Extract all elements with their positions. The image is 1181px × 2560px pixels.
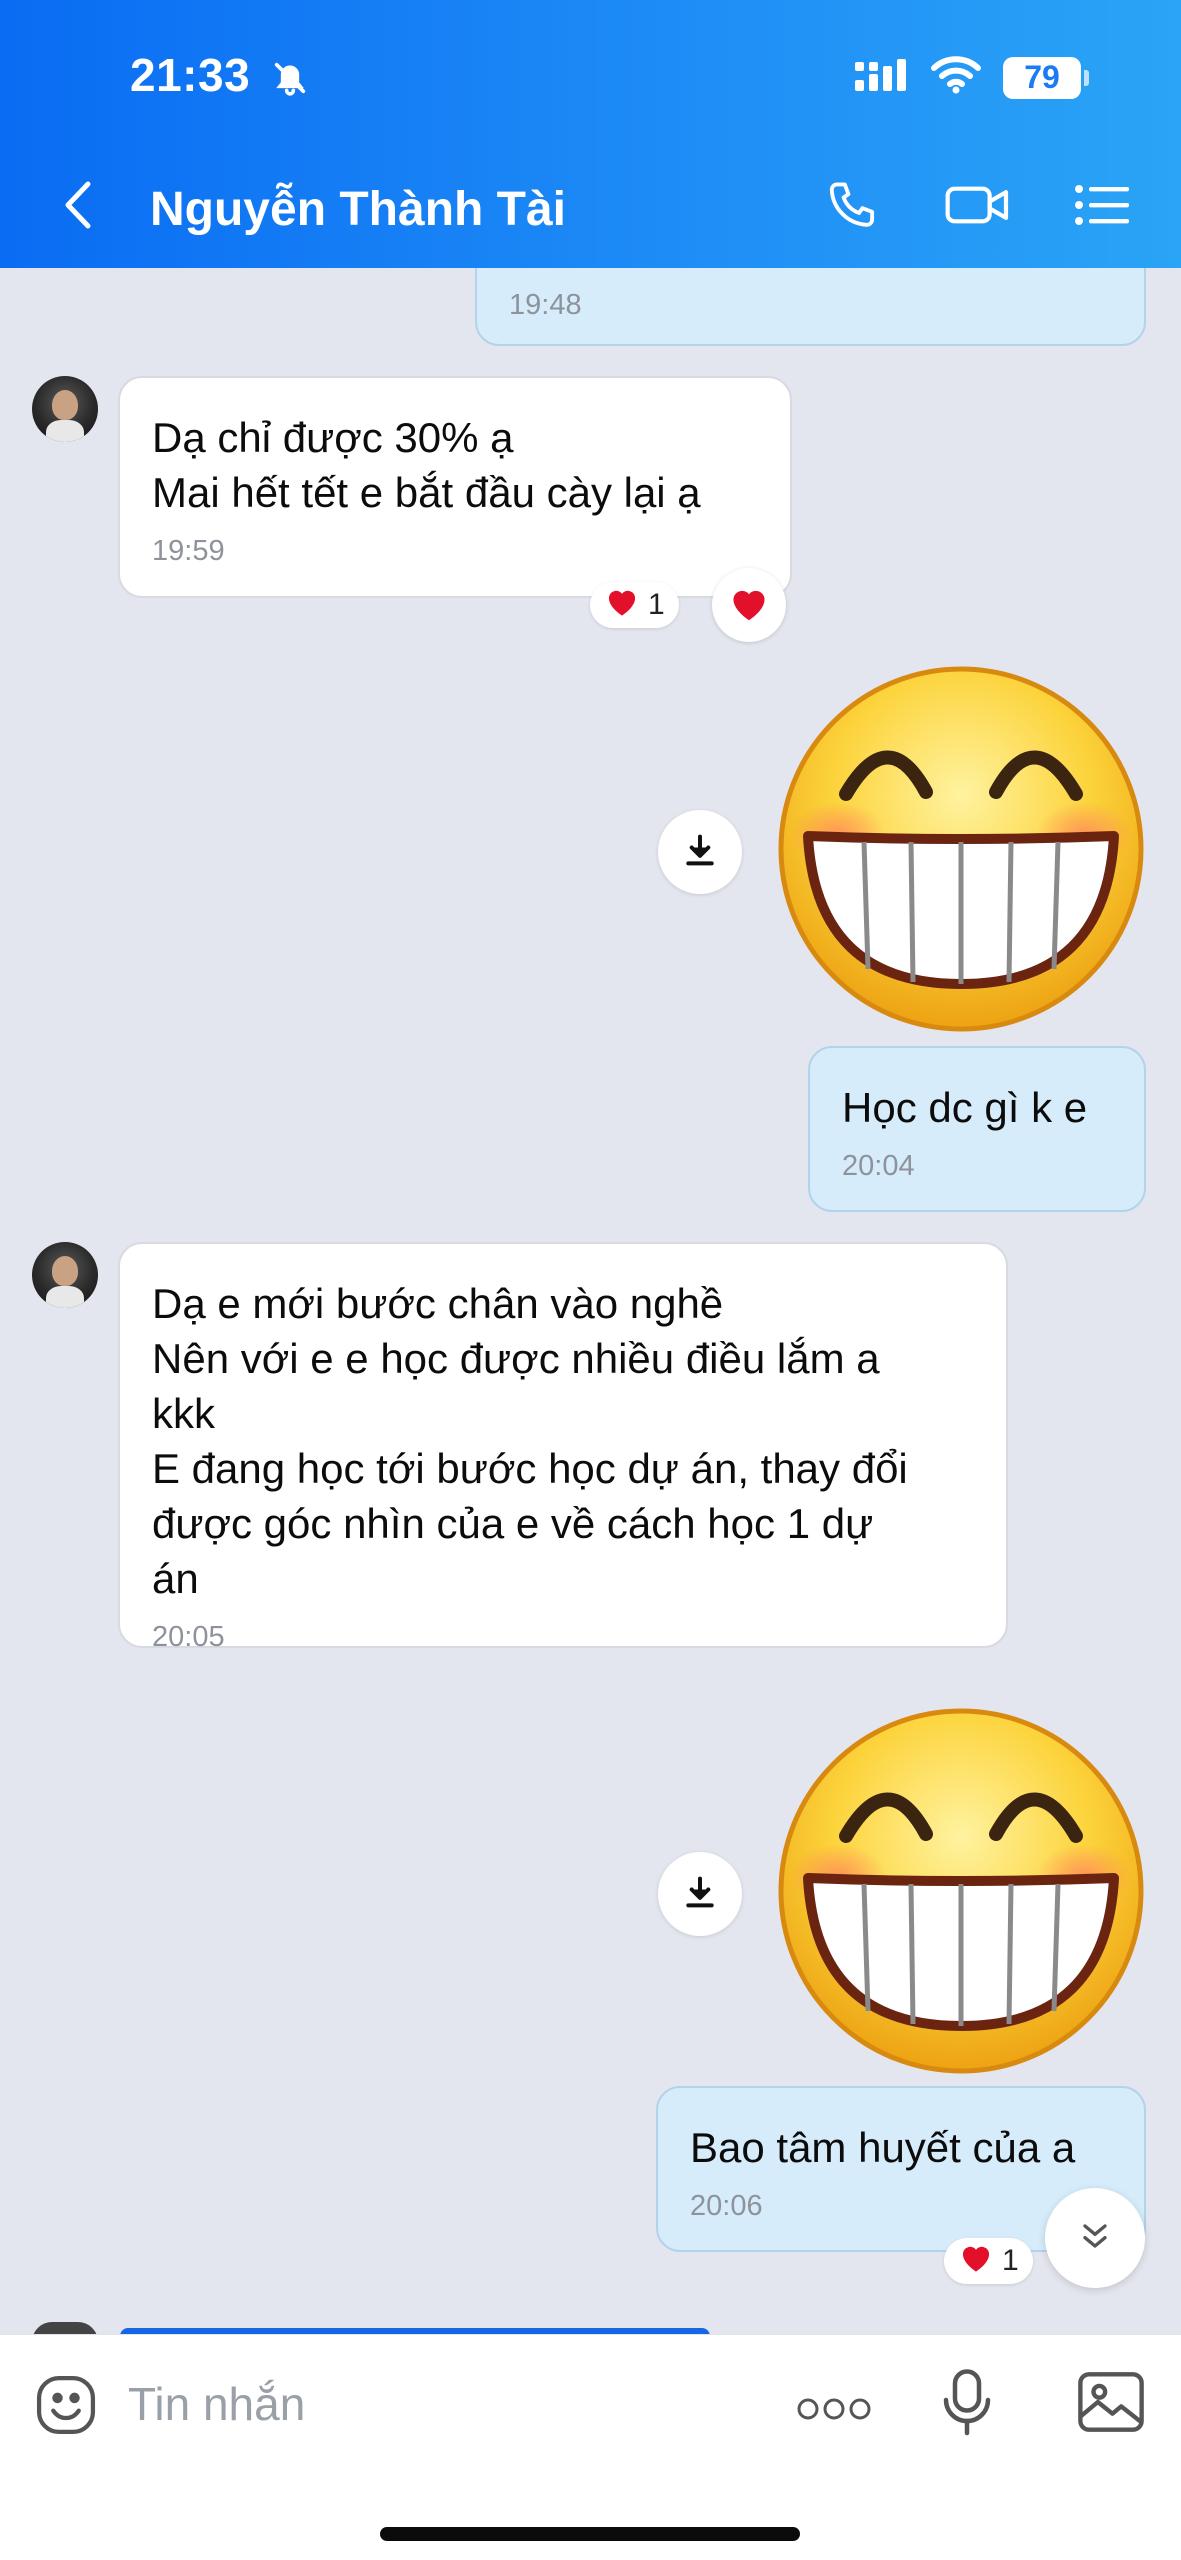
message-input-bar: Tin nhắn [0, 2334, 1181, 2560]
message-text-line: Nên với e e học được nhiều điều lắm a [152, 1335, 880, 1382]
grinning-face-sticker[interactable] [776, 1706, 1146, 2076]
contact-name[interactable]: Nguyễn Thành Tài [150, 182, 566, 237]
message-text: Bao tâm huyết của a [690, 2124, 1076, 2171]
message-text-line: kkk [152, 1390, 215, 1437]
message-list[interactable]: 19:48 Dạ chỉ được 30% ạ Mai hết tết e bắ… [0, 268, 1181, 2334]
message-input[interactable]: Tin nhắn [128, 2377, 305, 2431]
reaction-summary[interactable]: 1 [944, 2238, 1033, 2284]
download-button[interactable] [658, 1852, 742, 1936]
download-button[interactable] [658, 810, 742, 894]
menu-list-icon[interactable] [1073, 180, 1133, 235]
battery-icon: 79 [1003, 56, 1089, 99]
heart-icon [728, 584, 770, 627]
bell-slash-icon [270, 58, 310, 103]
microphone-icon[interactable] [940, 2367, 994, 2444]
message-bubble-outgoing[interactable]: 19:48 [475, 268, 1146, 346]
download-icon [680, 830, 720, 875]
video-call-icon[interactable] [943, 176, 1013, 239]
message-time: 20:04 [842, 1150, 915, 1182]
avatar[interactable] [32, 1242, 98, 1308]
message-text-line: Dạ e mới bước chân vào nghề [152, 1280, 724, 1327]
message-text: Học dc gì k e [842, 1084, 1088, 1131]
message-text-line: E đang học tới bước học dự án, thay đổi [152, 1445, 908, 1492]
header-actions [825, 176, 1133, 239]
avatar [32, 2322, 98, 2334]
message-bubble-outgoing[interactable]: Học dc gì k e 20:04 [808, 1046, 1146, 1212]
message-time: 19:48 [509, 289, 582, 321]
message-bubble-incoming[interactable]: Dạ e mới bước chân vào nghề Nên với e e … [118, 1242, 1008, 1653]
cellular-icon [855, 56, 909, 99]
react-button[interactable] [712, 568, 786, 642]
message-bubble-incoming[interactable]: Dạ chỉ được 30% ạ Mai hết tết e bắt đầu … [118, 376, 792, 598]
more-dots-icon[interactable] [796, 2397, 872, 2426]
message-text-line: được góc nhìn của e về cách học 1 dự [152, 1500, 874, 1547]
reaction-count: 1 [648, 588, 665, 621]
message-time: 19:59 [152, 535, 225, 567]
heart-icon [604, 585, 640, 625]
message-time: 20:05 [152, 1621, 225, 1653]
back-icon[interactable] [58, 178, 98, 237]
heart-icon [958, 2241, 994, 2281]
wifi-icon [931, 56, 981, 99]
avatar[interactable] [32, 376, 98, 442]
grinning-face-sticker[interactable] [776, 664, 1146, 1034]
status-time: 21:33 [130, 49, 251, 101]
chat-header: 21:33 79 Nguyễn Thành Tài [0, 0, 1181, 268]
reaction-count: 1 [1002, 2244, 1019, 2277]
message-text-line: Dạ chỉ được 30% ạ [152, 414, 514, 461]
reaction-summary[interactable]: 1 [590, 582, 679, 628]
message-text-line: Mai hết tết e bắt đầu cày lại ạ [152, 469, 701, 516]
home-indicator [380, 2527, 800, 2541]
emoji-icon[interactable] [32, 2371, 100, 2444]
message-text-line: án [152, 1555, 199, 1602]
chevron-double-down-icon [1075, 2216, 1115, 2261]
download-icon [680, 1872, 720, 1917]
scroll-to-bottom-button[interactable] [1045, 2188, 1145, 2288]
status-indicators: 79 [855, 56, 1089, 99]
phone-icon[interactable] [825, 176, 883, 239]
image-icon[interactable] [1076, 2369, 1146, 2440]
